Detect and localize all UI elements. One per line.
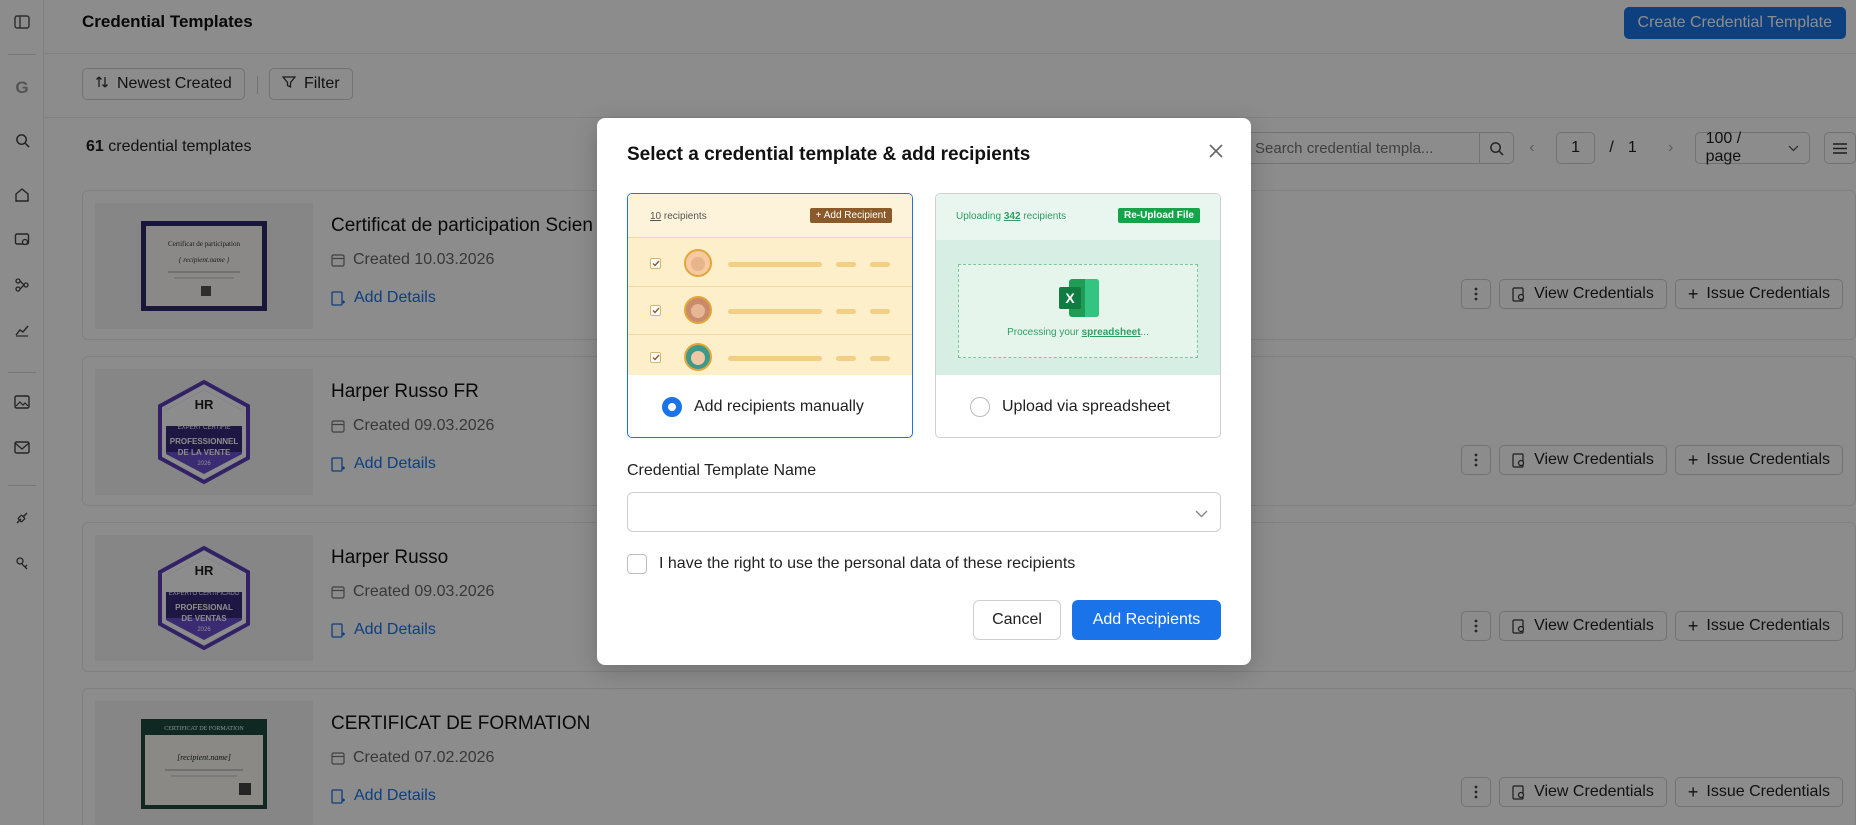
processing-suffix: ...	[1140, 327, 1149, 338]
mini-reupload-button: Re-Upload File	[1117, 208, 1200, 223]
manual-preview: 10 recipients + Add Recipient	[628, 194, 912, 375]
option-upload-spreadsheet[interactable]: Uploading 342 recipients Re-Upload File …	[935, 193, 1221, 438]
radio-upload[interactable]	[970, 397, 990, 417]
add-recipients-modal: Select a credential template & add recip…	[597, 118, 1251, 665]
recipient-avatar	[684, 296, 712, 324]
recipients-word: recipients	[663, 211, 707, 222]
chevron-down-icon	[1195, 505, 1208, 523]
row-checkbox	[650, 305, 661, 316]
row-checkbox	[650, 258, 661, 269]
excel-icon: X	[1059, 279, 1099, 317]
upload-preview: Uploading 342 recipients Re-Upload File …	[936, 194, 1220, 375]
recipients-count: 10	[650, 211, 662, 222]
recipients-counter: 10 recipients	[650, 211, 707, 222]
option-upload-label: Upload via spreadsheet	[1002, 398, 1171, 415]
mini-add-recipient-button: + Add Recipient	[809, 208, 892, 223]
consent-checkbox[interactable]	[627, 554, 647, 574]
option-manual-footer: Add recipients manually	[628, 375, 912, 437]
radio-manual[interactable]	[662, 397, 682, 417]
option-manual-label: Add recipients manually	[694, 398, 864, 415]
consent-label: I have the right to use the personal dat…	[659, 555, 1076, 572]
cancel-button[interactable]: Cancel	[973, 600, 1061, 640]
row-checkbox	[650, 352, 661, 363]
uploading-suffix: recipients	[1023, 211, 1067, 222]
modal-title: Select a credential template & add recip…	[627, 144, 1031, 165]
uploading-count: 342	[1003, 211, 1021, 222]
recipient-avatar	[684, 249, 712, 277]
option-add-manually[interactable]: 10 recipients + Add Recipient Add recipi…	[627, 193, 913, 438]
processing-prefix: Processing your	[1007, 327, 1079, 338]
consent-row: I have the right to use the personal dat…	[627, 554, 1075, 574]
option-upload-footer: Upload via spreadsheet	[936, 375, 1220, 437]
uploading-status: Uploading 342 recipients	[956, 211, 1066, 222]
template-name-select[interactable]	[627, 492, 1221, 532]
uploading-prefix: Uploading	[956, 211, 1002, 222]
template-name-label: Credential Template Name	[627, 462, 817, 479]
processing-text: Processing your spreadsheet...	[959, 327, 1197, 338]
processing-link: spreadsheet	[1081, 327, 1141, 338]
recipient-avatar	[684, 343, 712, 371]
upload-dropzone: X Processing your spreadsheet...	[958, 264, 1198, 358]
close-icon[interactable]	[1207, 142, 1225, 160]
add-recipients-button[interactable]: Add Recipients	[1072, 600, 1221, 640]
